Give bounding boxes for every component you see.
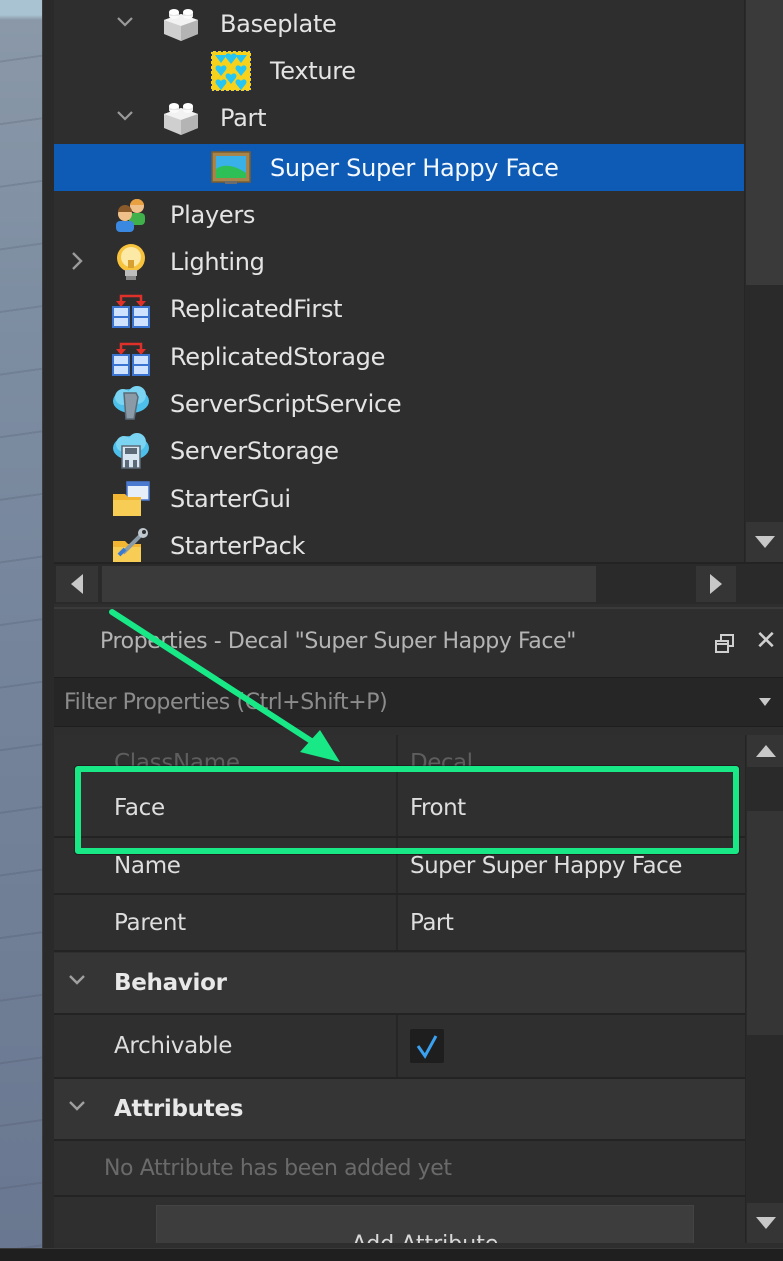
scroll-right-button[interactable] bbox=[696, 566, 736, 602]
scroll-down-button[interactable] bbox=[747, 1203, 783, 1243]
properties-header: Properties - Decal "Super Super Happy Fa… bbox=[54, 609, 783, 675]
add-attribute-row: Add Attribute bbox=[54, 1197, 745, 1243]
property-name: Parent bbox=[114, 895, 398, 950]
properties-grid: ClassName Decal Face Front Name Super Su… bbox=[54, 735, 745, 1243]
section-label: Attributes bbox=[114, 1096, 244, 1122]
chevron-right-icon[interactable] bbox=[66, 250, 88, 272]
filter-properties-input[interactable] bbox=[54, 678, 744, 726]
section-header-behavior[interactable]: Behavior bbox=[54, 953, 745, 1015]
tree-item-label: Lighting bbox=[170, 247, 265, 276]
part-brick-icon bbox=[161, 4, 201, 44]
chevron-down-icon[interactable] bbox=[66, 1095, 90, 1115]
close-icon[interactable]: ✕ bbox=[752, 627, 780, 655]
explorer-tree: Baseplate Texture Part Super Super Happy… bbox=[54, 0, 744, 562]
section-header-attributes[interactable]: Attributes bbox=[54, 1079, 745, 1141]
status-bar bbox=[0, 1248, 783, 1261]
replicated-storage-icon bbox=[111, 337, 151, 377]
scrollbar-thumb[interactable] bbox=[102, 566, 596, 602]
decal-icon bbox=[211, 148, 251, 188]
players-icon bbox=[111, 195, 151, 235]
tree-item-serverscriptservice[interactable]: ServerScriptService bbox=[54, 380, 744, 427]
arrow-up-icon bbox=[755, 745, 776, 757]
arrow-right-icon bbox=[710, 574, 722, 594]
tree-item-label: StarterPack bbox=[170, 531, 306, 560]
tree-item-players[interactable]: Players bbox=[54, 191, 744, 238]
server-script-service-icon bbox=[111, 384, 151, 424]
lightbulb-icon bbox=[111, 242, 151, 282]
tree-item-texture[interactable]: Texture bbox=[54, 47, 744, 94]
properties-vertical-scrollbar[interactable] bbox=[745, 735, 783, 1243]
property-value-input[interactable]: Super Super Happy Face bbox=[400, 838, 745, 893]
chevron-down-icon[interactable] bbox=[66, 969, 90, 989]
attributes-empty-row: No Attribute has been added yet bbox=[54, 1141, 745, 1197]
tree-item-serverstorage[interactable]: ServerStorage bbox=[54, 427, 744, 474]
tree-item-label: Texture bbox=[270, 56, 356, 85]
explorer-horizontal-scrollbar[interactable] bbox=[54, 562, 783, 604]
chevron-down-icon[interactable] bbox=[114, 11, 136, 33]
tree-item-label: Players bbox=[170, 200, 256, 229]
filter-dropdown-icon[interactable] bbox=[759, 698, 771, 706]
property-name: Face bbox=[114, 779, 398, 836]
section-label: Behavior bbox=[114, 970, 227, 996]
properties-title: Properties - Decal "Super Super Happy Fa… bbox=[100, 629, 576, 654]
texture-icon bbox=[211, 50, 251, 91]
tree-item-starterpack[interactable]: StarterPack bbox=[54, 522, 744, 562]
arrow-down-icon bbox=[755, 1217, 776, 1229]
property-row-parent[interactable]: Parent Part bbox=[54, 895, 745, 952]
arrow-down-icon bbox=[755, 536, 775, 548]
part-brick-icon bbox=[161, 98, 201, 138]
tree-item-lighting[interactable]: Lighting bbox=[54, 238, 744, 285]
property-row-face[interactable]: Face Front bbox=[54, 779, 745, 838]
properties-panel: Properties - Decal "Super Super Happy Fa… bbox=[54, 607, 783, 1248]
tree-item-super-super-happy-face[interactable]: Super Super Happy Face bbox=[54, 144, 744, 191]
tree-item-label: Part bbox=[220, 103, 267, 132]
scroll-down-button[interactable] bbox=[746, 522, 783, 562]
property-value-dropdown[interactable]: Front bbox=[400, 779, 745, 836]
property-name: Archivable bbox=[114, 1015, 398, 1077]
scrollbar-thumb[interactable] bbox=[746, 0, 783, 285]
property-row-archivable[interactable]: Archivable bbox=[54, 1015, 745, 1079]
property-value[interactable]: Part bbox=[400, 895, 745, 950]
scroll-left-button[interactable] bbox=[56, 566, 98, 602]
filter-properties-field[interactable] bbox=[54, 677, 783, 727]
tree-item-replicatedfirst[interactable]: ReplicatedFirst bbox=[54, 285, 744, 332]
game-viewport[interactable] bbox=[0, 0, 42, 1248]
tree-item-label: ReplicatedFirst bbox=[170, 294, 343, 323]
explorer-panel: Baseplate Texture Part Super Super Happy… bbox=[54, 0, 783, 607]
tree-item-label: Super Super Happy Face bbox=[270, 153, 559, 182]
empty-attributes-message: No Attribute has been added yet bbox=[104, 1155, 452, 1181]
archivable-checkbox[interactable] bbox=[410, 1029, 444, 1063]
tree-item-label: ReplicatedStorage bbox=[170, 342, 386, 371]
tree-item-label: ServerScriptService bbox=[170, 389, 402, 418]
tree-item-replicatedstorage[interactable]: ReplicatedStorage bbox=[54, 333, 744, 380]
explorer-vertical-scrollbar[interactable] bbox=[744, 0, 783, 562]
tree-item-baseplate[interactable]: Baseplate bbox=[54, 0, 744, 47]
starter-pack-icon bbox=[111, 526, 151, 562]
property-name: Name bbox=[114, 838, 398, 893]
scrollbar-thumb[interactable] bbox=[747, 811, 783, 1035]
tree-item-label: StarterGui bbox=[170, 484, 291, 513]
add-attribute-button[interactable]: Add Attribute bbox=[156, 1205, 694, 1243]
server-storage-icon bbox=[111, 431, 151, 471]
scroll-up-button[interactable] bbox=[747, 735, 783, 767]
panel-splitter[interactable] bbox=[42, 0, 54, 1248]
tree-item-label: ServerStorage bbox=[170, 436, 339, 465]
float-window-icon[interactable] bbox=[714, 633, 736, 655]
tree-item-label: Baseplate bbox=[220, 9, 337, 38]
starter-gui-icon bbox=[111, 479, 151, 519]
property-value bbox=[400, 1015, 745, 1077]
chevron-down-icon[interactable] bbox=[114, 105, 136, 127]
property-row-name[interactable]: Name Super Super Happy Face bbox=[54, 838, 745, 895]
tree-item-startergui[interactable]: StarterGui bbox=[54, 475, 744, 522]
tree-item-part[interactable]: Part bbox=[54, 94, 744, 141]
arrow-left-icon bbox=[71, 574, 83, 594]
replicated-first-icon bbox=[111, 289, 151, 329]
